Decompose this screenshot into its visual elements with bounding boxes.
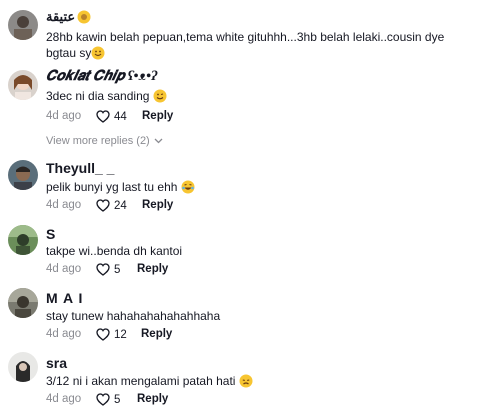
sunflower-icon — [77, 10, 91, 24]
comment-username[interactable]: Theyull_ _ — [46, 160, 114, 176]
comment-date: 4d ago — [46, 110, 82, 122]
heart-icon — [96, 393, 110, 406]
comment-text: takpe wi..benda dh kantoi — [46, 244, 183, 258]
comment-text: 3/12 ni i akan mengalami patah hati — [46, 373, 253, 389]
comment-username[interactable]: عتيقة — [46, 9, 91, 25]
comment-date: 4d ago — [46, 263, 82, 275]
avatar[interactable] — [8, 160, 38, 190]
avatar[interactable] — [8, 288, 38, 318]
reply-button[interactable]: Reply — [137, 393, 168, 405]
username-text[interactable]: عتيقة — [46, 9, 75, 25]
heart-icon — [96, 263, 110, 276]
comment-date: 4d ago — [46, 328, 82, 340]
avatar[interactable] — [8, 225, 38, 255]
comment-date: 4d ago — [46, 199, 82, 211]
comment-text: 28hb kawin belah pepuan,tema white gituh… — [46, 30, 445, 60]
avatar[interactable] — [8, 352, 38, 382]
view-more-label[interactable]: View more replies (2) — [46, 135, 150, 147]
reply-button[interactable]: Reply — [141, 328, 172, 340]
heart-icon — [96, 110, 110, 123]
like-count: 24 — [114, 199, 127, 212]
like-button[interactable]: 24 — [96, 199, 127, 212]
heart-icon — [96, 199, 110, 212]
disappointed-emoji-icon — [239, 374, 253, 388]
like-count: 12 — [114, 328, 127, 341]
view-more-replies[interactable]: View more replies (2) — [46, 135, 163, 147]
like-button[interactable]: 12 — [96, 328, 127, 341]
reply-button[interactable]: Reply — [142, 110, 173, 122]
comment-username[interactable]: sra — [46, 355, 67, 371]
avatar[interactable] — [8, 10, 38, 40]
chevron-down-icon — [154, 138, 163, 144]
comment-text: pelik bunyi yg last tu ehh — [46, 179, 195, 195]
winking-emoji-icon — [153, 89, 167, 103]
comment-date: 4d ago — [46, 393, 82, 405]
comment-text: stay tunew hahahahahahahhaha — [46, 309, 221, 323]
smile-emoji-icon — [91, 46, 105, 60]
like-button[interactable]: 44 — [96, 110, 127, 123]
laughing-emoji-icon — [181, 180, 195, 194]
like-count: 5 — [114, 263, 121, 276]
reply-button[interactable]: Reply — [142, 199, 173, 211]
comment-username[interactable]: M A I — [46, 290, 83, 306]
comment-text: 3dec ni dia sanding — [46, 88, 167, 104]
like-count: 44 — [114, 110, 127, 123]
like-count: 5 — [114, 393, 121, 406]
reply-button[interactable]: Reply — [137, 263, 168, 275]
comment-username[interactable]: 𝑪𝒐𝒌𝒍𝒂𝒕 𝑪𝒉𝒊𝒑 ʕ•ᴥ•ʔ — [46, 69, 157, 85]
like-button[interactable]: 5 — [96, 263, 120, 276]
avatar[interactable] — [8, 70, 38, 100]
comment-username[interactable]: S — [46, 226, 55, 242]
like-button[interactable]: 5 — [96, 393, 120, 406]
heart-icon — [96, 328, 110, 341]
